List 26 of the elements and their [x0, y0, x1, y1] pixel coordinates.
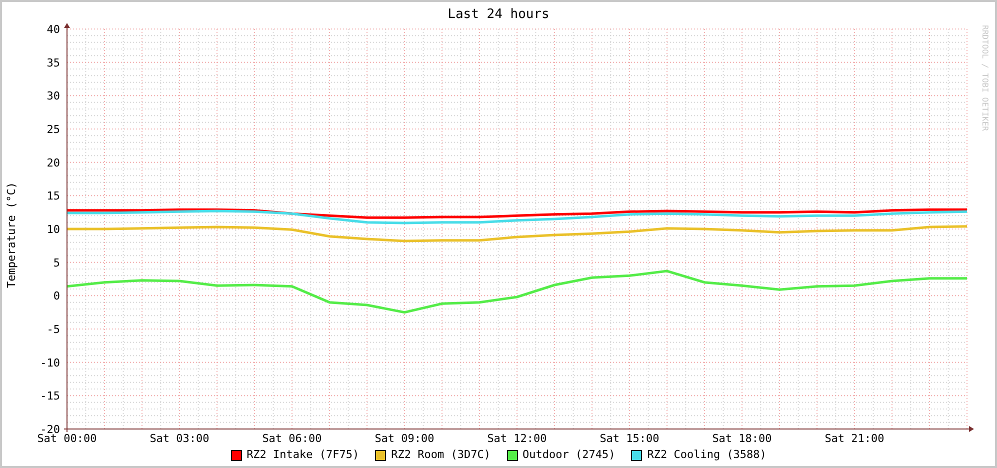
- x-tick-label: Sat 21:00: [824, 432, 884, 445]
- legend-label: RZ2 Cooling (3588): [647, 448, 766, 462]
- y-tick-label: -15: [40, 390, 60, 403]
- legend-label: RZ2 Room (3D7C): [391, 448, 490, 462]
- y-tick-label: 0: [53, 290, 60, 303]
- x-tick-label: Sat 06:00: [262, 432, 322, 445]
- y-tick-label: -10: [40, 356, 60, 370]
- x-tick-label: Sat 03:00: [150, 432, 210, 445]
- y-tick-label: 15: [46, 190, 60, 203]
- y-tick-label: 20: [46, 156, 60, 170]
- legend-label: RZ2 Intake (7F75): [246, 448, 360, 462]
- legend-label: Outdoor (2745): [522, 448, 616, 462]
- x-tick-label: Sat 09:00: [374, 432, 434, 445]
- y-tick-label: 5: [53, 256, 60, 270]
- y-tick-label: 25: [46, 123, 60, 136]
- graph-title: Last 24 hours: [448, 7, 550, 23]
- y-tick-label: 10: [46, 223, 60, 236]
- y-tick-label: 35: [46, 56, 60, 70]
- y-tick-label: 30: [46, 90, 60, 103]
- y-axis-label: Temperature (°C): [4, 182, 18, 288]
- x-tick-label: Sat 18:00: [712, 432, 772, 445]
- y-tick-label: -5: [46, 323, 60, 336]
- x-tick-label: Sat 15:00: [600, 432, 660, 445]
- x-tick-label: Sat 12:00: [487, 432, 547, 445]
- x-tick-label: Sat 00:00: [37, 432, 97, 445]
- y-tick-label: 40: [46, 23, 60, 36]
